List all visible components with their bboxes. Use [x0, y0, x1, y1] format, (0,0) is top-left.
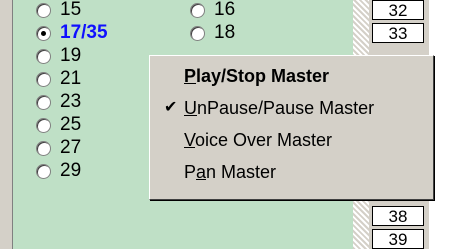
- radio-17-35[interactable]: 17/35: [36, 21, 108, 45]
- checkmark-icon: ✔: [164, 99, 178, 116]
- menu-item-label: Voice Over Master: [184, 130, 333, 150]
- number-cell[interactable]: 32: [372, 0, 424, 20]
- radio-label: 18: [214, 22, 236, 43]
- radio-25[interactable]: 25: [36, 113, 81, 137]
- menu-item-label: Play/Stop Master: [184, 66, 330, 86]
- menu-item-label: Pan Master: [184, 162, 277, 182]
- radio-27[interactable]: 27: [36, 136, 81, 160]
- radio-23[interactable]: 23: [36, 90, 81, 114]
- number-cell[interactable]: 33: [372, 23, 424, 43]
- radio-button-icon: [36, 117, 51, 133]
- radio-15[interactable]: 15: [36, 0, 81, 22]
- radio-button-icon: [36, 140, 51, 156]
- left-frame-strip: [0, 0, 13, 249]
- radio-button-icon: [36, 2, 51, 18]
- radio-button-icon: [36, 48, 51, 64]
- radio-label: 25: [60, 114, 82, 135]
- radio-label: 17/35: [60, 22, 108, 43]
- menu-item-unpause-pause-master[interactable]: ✔ UnPause/Pause Master: [150, 94, 431, 122]
- menu-item-voice-over-master[interactable]: Voice Over Master: [150, 126, 431, 154]
- menu-item-play-stop-master[interactable]: Play/Stop Master: [150, 62, 431, 90]
- radio-button-checked-icon: [36, 25, 51, 41]
- radio-29[interactable]: 29: [36, 159, 81, 183]
- radio-label: 15: [60, 0, 82, 20]
- radio-button-icon: [36, 94, 51, 110]
- radio-21[interactable]: 21: [36, 67, 81, 91]
- menu-item-pan-master[interactable]: Pan Master: [150, 158, 431, 186]
- radio-label: 16: [214, 0, 236, 20]
- radio-19[interactable]: 19: [36, 44, 81, 68]
- radio-label: 23: [60, 91, 82, 112]
- number-cell[interactable]: 38: [372, 206, 424, 226]
- radio-label: 29: [60, 160, 82, 181]
- number-cell[interactable]: 39: [372, 229, 424, 249]
- radio-18[interactable]: 18: [190, 21, 235, 45]
- radio-button-icon: [190, 25, 205, 41]
- radio-button-icon: [36, 163, 51, 179]
- radio-label: 19: [60, 45, 82, 66]
- context-menu: Play/Stop Master ✔ UnPause/Pause Master …: [149, 55, 434, 200]
- menu-item-label: UnPause/Pause Master: [184, 98, 375, 118]
- radio-button-icon: [36, 71, 51, 87]
- radio-16[interactable]: 16: [190, 0, 235, 22]
- radio-label: 21: [60, 68, 82, 89]
- radio-label: 27: [60, 137, 82, 158]
- radio-button-icon: [190, 2, 205, 18]
